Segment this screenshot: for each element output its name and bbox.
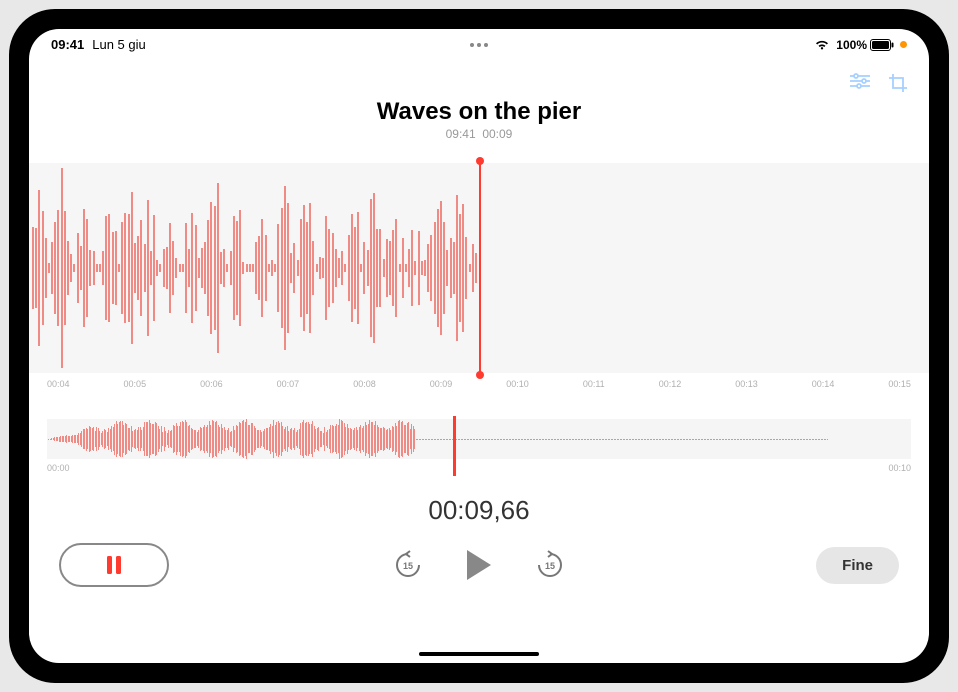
svg-text:15: 15 <box>403 561 413 571</box>
playback-controls: 15 15 Fine <box>29 548 929 582</box>
tick-label: 00:07 <box>277 379 300 389</box>
tick-label: 00:10 <box>506 379 529 389</box>
pause-record-button[interactable] <box>59 543 169 587</box>
overview-end-label: 00:10 <box>888 463 911 473</box>
svg-text:15: 15 <box>545 561 555 571</box>
tick-label: 00:15 <box>888 379 911 389</box>
skip-forward-icon: 15 <box>534 549 566 581</box>
skip-forward-button[interactable]: 15 <box>534 549 566 581</box>
tick-label: 00:04 <box>47 379 70 389</box>
screen: 09:41 Lun 5 giu 100% Waves on the pier <box>29 29 929 663</box>
status-left: 09:41 Lun 5 giu <box>51 37 146 52</box>
waveform-overview[interactable]: 00:00 00:10 <box>47 419 911 473</box>
play-button[interactable] <box>464 548 494 582</box>
wifi-icon <box>814 39 830 51</box>
status-right: 100% <box>814 38 907 52</box>
playhead-icon[interactable] <box>479 160 481 376</box>
pause-icon <box>105 555 123 575</box>
multitask-dots-icon[interactable] <box>470 43 488 47</box>
toolbar <box>29 56 929 94</box>
skip-back-icon: 15 <box>392 549 424 581</box>
tick-label: 00:11 <box>583 379 605 389</box>
mic-indicator-icon <box>900 41 907 48</box>
status-time: 09:41 <box>51 37 84 52</box>
ipad-frame: 09:41 Lun 5 giu 100% Waves on the pier <box>9 9 949 683</box>
done-button[interactable]: Fine <box>816 547 899 584</box>
play-icon <box>464 548 494 582</box>
settings-sliders-icon[interactable] <box>849 72 871 90</box>
status-date: Lun 5 giu <box>92 37 146 52</box>
battery-icon <box>870 39 894 51</box>
tick-label: 00:12 <box>659 379 682 389</box>
overview-playhead-icon[interactable] <box>453 416 456 476</box>
tick-label: 00:09 <box>430 379 453 389</box>
waveform-main[interactable] <box>29 163 929 373</box>
home-indicator-icon[interactable] <box>419 652 539 656</box>
tick-label: 00:05 <box>124 379 147 389</box>
recording-title[interactable]: Waves on the pier <box>29 98 929 126</box>
tick-label: 00:14 <box>812 379 835 389</box>
tick-label: 00:08 <box>353 379 376 389</box>
tick-label: 00:06 <box>200 379 223 389</box>
recording-meta: 09:41 00:09 <box>29 127 929 141</box>
skip-back-button[interactable]: 15 <box>392 549 424 581</box>
battery-percent: 100% <box>836 38 867 52</box>
status-bar: 09:41 Lun 5 giu 100% <box>29 29 929 56</box>
overview-start-label: 00:00 <box>47 463 70 473</box>
current-time-display: 00:09,66 <box>29 495 929 526</box>
crop-trim-icon[interactable] <box>887 72 909 94</box>
tick-label: 00:13 <box>735 379 758 389</box>
